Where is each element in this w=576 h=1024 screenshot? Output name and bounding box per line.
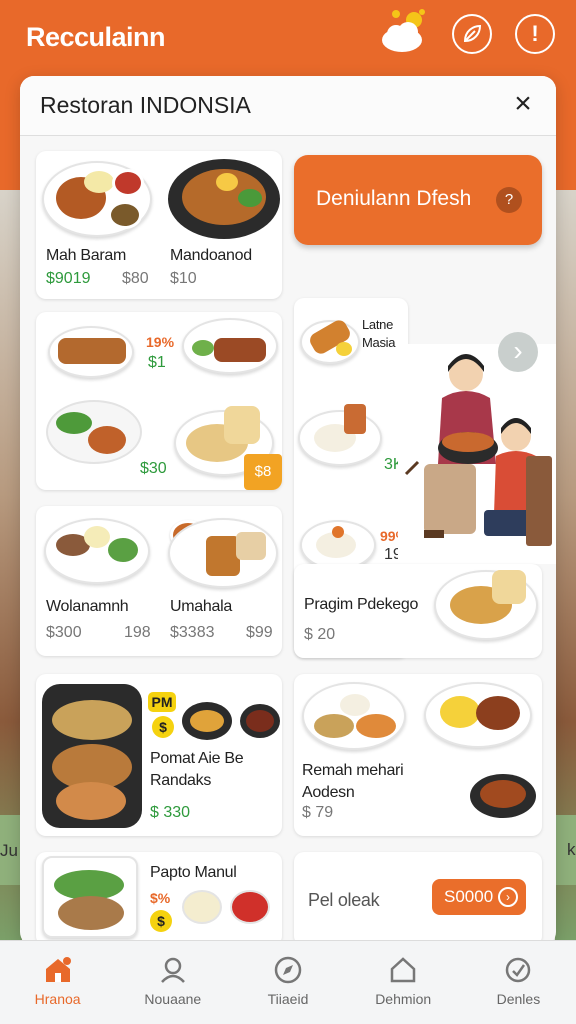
dish-image-gado bbox=[44, 518, 150, 584]
nav-item-settings[interactable]: Denles bbox=[461, 941, 576, 1024]
menu-card-5[interactable]: Pragim Pdekego $ 20 bbox=[294, 564, 542, 658]
menu-card-9[interactable]: Pel oleak S0000 › bbox=[294, 852, 542, 946]
dish-image-noodle bbox=[434, 570, 538, 640]
price-badge: $8 bbox=[244, 454, 282, 490]
download-dish-button[interactable]: Deniulann Dfesh ? bbox=[294, 155, 542, 245]
cta-label: Deniulann Dfesh bbox=[316, 187, 472, 210]
alert-icon[interactable]: ! bbox=[515, 14, 555, 54]
backdrop-text-right: k bbox=[567, 840, 576, 859]
dish-price: $ 330 bbox=[150, 804, 191, 821]
app-title: Recculainn bbox=[26, 22, 166, 52]
dish-price: $ 79 bbox=[302, 804, 334, 821]
leaf-icon[interactable] bbox=[452, 14, 492, 54]
dish-price: $30 bbox=[140, 460, 167, 477]
restaurant-modal: Restoran INDONSIA × Mah Baram $9019 $80 … bbox=[20, 76, 556, 946]
dish-price: $ 20 bbox=[304, 626, 336, 643]
dish-image-nasi-campur bbox=[302, 682, 406, 750]
dish-image-egg bbox=[424, 682, 532, 748]
nav-item-restaurants[interactable]: Dehmion bbox=[346, 941, 461, 1024]
promo-pill: PM bbox=[148, 692, 176, 712]
family-illustration bbox=[398, 344, 556, 564]
house-outline-icon bbox=[390, 957, 416, 983]
dish-image-sambal bbox=[182, 702, 232, 740]
nav-label: Denles bbox=[496, 991, 541, 1007]
dish-image-chicken bbox=[470, 774, 536, 818]
menu-card-1[interactable]: Mah Baram $9019 $80 Mandoanod $10 bbox=[36, 151, 282, 299]
dish-price: $9019 bbox=[46, 270, 91, 287]
settings-icon bbox=[506, 957, 531, 983]
discount-tag: 19% bbox=[146, 334, 175, 350]
dish-price: $1 bbox=[148, 354, 166, 371]
dish-name: Wolanamnh bbox=[46, 598, 129, 615]
modal-header: Restoran INDONSIA × bbox=[20, 76, 556, 136]
dish-image-fish bbox=[300, 317, 360, 364]
modal-title: Restoran INDONSIA bbox=[40, 92, 251, 118]
dish-price-alt: 198 bbox=[124, 624, 151, 641]
nav-label: Dehmion bbox=[375, 991, 432, 1007]
order-button-label: S0000 bbox=[444, 887, 494, 906]
dish-image-nasi bbox=[300, 520, 376, 570]
nav-label: Hranoa bbox=[34, 991, 81, 1007]
dish-price: $300 bbox=[46, 624, 82, 641]
user-icon bbox=[160, 957, 185, 983]
compass-icon bbox=[274, 956, 302, 984]
nav-label: Tiiaeid bbox=[267, 991, 309, 1007]
menu-card-7[interactable]: Remah mehari Aodesn $ 79 bbox=[294, 674, 542, 836]
dish-name: Pomat Aie Be Randaks bbox=[150, 750, 244, 789]
dish-name: Mandoanod bbox=[170, 247, 252, 264]
dish-image-curry bbox=[168, 159, 280, 239]
dish-image-salad bbox=[42, 856, 138, 938]
dish-price: $10 bbox=[170, 270, 197, 287]
dish-price-alt: $99 bbox=[246, 624, 273, 641]
home-icon bbox=[45, 957, 71, 982]
dish-image-sausage bbox=[182, 318, 278, 374]
close-button[interactable]: × bbox=[508, 89, 538, 120]
nav-item-profile[interactable]: Nouaane bbox=[115, 941, 230, 1024]
coin-icon: $ bbox=[152, 716, 174, 738]
arrow-right-icon: › bbox=[498, 887, 518, 907]
menu-card-8[interactable]: Papto Manul $% $ bbox=[36, 852, 282, 946]
nav-item-explore[interactable]: Tiiaeid bbox=[230, 941, 345, 1024]
dish-image-satay bbox=[48, 326, 134, 378]
dish-price: $3383 bbox=[170, 624, 215, 641]
order-button[interactable]: S0000 › bbox=[432, 879, 526, 915]
pickup-label: Pel oleak bbox=[308, 890, 380, 910]
coin-icon: $ bbox=[150, 910, 172, 932]
dish-price-alt: $80 bbox=[122, 270, 149, 287]
nav-item-home[interactable]: Hranoa bbox=[0, 941, 115, 1024]
discount-tag: $% bbox=[150, 890, 171, 906]
dish-image-rice-plate bbox=[298, 404, 382, 466]
menu-card-2[interactable]: 19% $1 $30 $8 bbox=[36, 312, 282, 490]
dish-name: Mah Baram bbox=[46, 247, 126, 264]
dish-image-tempe bbox=[168, 518, 278, 588]
dish-image-platter bbox=[42, 684, 142, 828]
bottom-nav: Hranoa Nouaane Tiiaeid Dehmion Denles bbox=[0, 940, 576, 1024]
dish-name: Umahala bbox=[170, 598, 232, 615]
next-arrow-button[interactable]: › bbox=[498, 332, 538, 372]
menu-card-6[interactable]: PM $ Pomat Aie Be Randaks $ 330 bbox=[36, 674, 282, 836]
menu-card-4[interactable]: Wolanamnh $300 198 Umahala $3383 $99 bbox=[36, 506, 282, 656]
nav-label: Nouaane bbox=[144, 991, 202, 1007]
weather-icon[interactable] bbox=[380, 8, 430, 56]
dish-name: Remah mehari Aodesn bbox=[302, 762, 404, 801]
dish-name: Pragim Pdekego bbox=[304, 596, 419, 613]
help-icon[interactable]: ? bbox=[496, 187, 522, 213]
dish-name: Papto Manul bbox=[150, 864, 237, 881]
